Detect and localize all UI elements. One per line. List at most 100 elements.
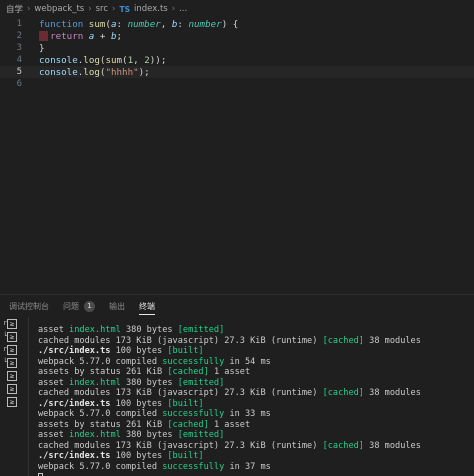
terminal-text: cached modules 173 KiB (javascript) 27.3… — [38, 335, 323, 346]
chevron-right-icon: › — [112, 4, 116, 14]
terminal-text: in 54 ms — [224, 356, 271, 367]
breadcrumb: 自学 › webpack_ts › src › TS index.ts › ..… — [0, 0, 474, 18]
terminal-text: 1 asset — [208, 419, 251, 430]
terminal-text: 38 modules — [363, 388, 421, 398]
breadcrumb-item-symbol[interactable]: ... — [179, 4, 187, 14]
terminal-instance-button[interactable]: r ≥ — [3, 345, 19, 356]
code-token: return — [39, 30, 89, 42]
breadcrumb-item-folder[interactable]: 自学 — [6, 3, 23, 15]
tab-label: 输出 — [109, 301, 125, 311]
terminal-text: 380 bytes — [120, 325, 178, 335]
terminal-text: in 33 ms — [224, 409, 271, 419]
terminal-icon: ≥ — [7, 332, 17, 342]
code-line[interactable]: 6 — [0, 78, 474, 90]
terminal-text: successfully — [162, 356, 225, 367]
code-text: } — [39, 43, 45, 54]
terminal-text: [cached] — [167, 367, 209, 377]
code-text: function sum(a: number, b: number) { — [39, 19, 238, 30]
code-token: log — [83, 54, 100, 66]
tab-problems[interactable]: 问题 1 — [63, 295, 95, 317]
terminal-line: webpack 5.77.0 compiled successfully in … — [38, 462, 271, 473]
terminal-line: webpack 5.77.0 compiled successfully in … — [38, 357, 271, 368]
chevron-right-icon: › — [27, 4, 31, 14]
terminal-icon: ≥ — [7, 384, 17, 394]
terminal-text: [cached] — [322, 440, 364, 451]
code-token: console — [39, 66, 78, 78]
line-number: 3 — [16, 43, 22, 53]
line-number: 2 — [16, 31, 22, 41]
terminal-line: ./src/index.ts 100 bytes [built] — [38, 346, 204, 357]
terminal-text: [cached] — [322, 335, 364, 346]
terminal-text: 380 bytes — [120, 377, 178, 388]
code-token: sum — [88, 18, 106, 30]
line-number: 5 — [16, 67, 22, 77]
terminal-text: ./src/index.ts — [38, 451, 111, 461]
terminal-text: index.html — [69, 325, 121, 335]
terminal-text: [built] — [167, 346, 204, 356]
terminal-text: successfully — [162, 461, 225, 472]
terminal-instance-button[interactable]: ≥ — [3, 397, 19, 408]
terminal-instance-button[interactable]: └ ≥ — [3, 332, 19, 343]
code-token: ; — [116, 30, 123, 42]
bottom-panel: 调试控制台 问题 1 输出 终端 r ≥ └ ≥ r ≥ └ ≥ ≥ ≥ ≥ asset index… — [0, 294, 474, 476]
code-text: console.log("hhhh"); — [39, 67, 150, 78]
terminal-instance-button[interactable]: └ ≥ — [3, 358, 19, 369]
terminal-text: [emitted] — [177, 377, 225, 388]
line-number: 1 — [16, 19, 22, 29]
terminal-line: cached modules 173 KiB (javascript) 27.3… — [38, 441, 421, 452]
terminal-text: asset — [38, 377, 70, 388]
code-line[interactable]: 2 return a + b; — [0, 30, 474, 42]
code-editor[interactable]: 1 function sum(a: number, b: number) {2 r… — [0, 18, 474, 294]
code-token: } — [39, 42, 45, 54]
terminal-line: assets by status 261 KiB [cached] 1 asse… — [38, 420, 250, 431]
code-token: number — [188, 18, 222, 30]
terminal-text: index.html — [69, 377, 121, 388]
terminal-text: webpack 5.77.0 compiled — [38, 461, 163, 472]
code-text: console.log(sum(1, 2)); — [39, 55, 166, 66]
typescript-file-icon: TS — [119, 4, 130, 14]
terminal-text: in 37 ms — [224, 461, 271, 472]
code-token: "hhhh" — [105, 66, 139, 78]
terminal-icon: ≥ — [7, 319, 17, 329]
terminal-instance-button[interactable]: r ≥ — [3, 319, 19, 330]
terminal-text: assets by status 261 KiB — [38, 367, 168, 377]
code-token: , — [160, 18, 172, 30]
code-line[interactable]: 5 console.log("hhhh"); — [0, 66, 474, 78]
breadcrumb-item-project[interactable]: webpack_ts — [34, 4, 84, 14]
code-line[interactable]: 1 function sum(a: number, b: number) { — [0, 18, 474, 30]
code-token: ); — [138, 66, 150, 78]
terminal-line: ./src/index.ts 100 bytes [built] — [38, 451, 204, 462]
code-token: sum — [105, 54, 123, 66]
code-line[interactable]: 3} — [0, 42, 474, 54]
terminal-text: [emitted] — [177, 325, 225, 335]
terminal-text: 100 bytes — [110, 346, 168, 356]
breadcrumb-item-file[interactable]: index.ts — [134, 4, 168, 14]
chevron-right-icon: › — [88, 4, 92, 14]
terminal-line: asset index.html 380 bytes [emitted] — [38, 325, 224, 336]
terminal-line: asset index.html 380 bytes [emitted] — [38, 378, 224, 389]
terminal-text: cached modules 173 KiB (javascript) 27.3… — [38, 388, 323, 398]
code-line[interactable]: 4 console.log(sum(1, 2)); — [0, 54, 474, 66]
vscode-window: 自学 › webpack_ts › src › TS index.ts › ..… — [0, 0, 474, 476]
breadcrumb-item-src[interactable]: src — [96, 4, 108, 14]
chevron-right-icon: › — [171, 4, 176, 14]
panel-tabs: 调试控制台 问题 1 输出 终端 — [0, 295, 474, 317]
terminal-instance-button[interactable]: ≥ — [3, 384, 19, 395]
tab-output[interactable]: 输出 — [109, 295, 125, 317]
code-token: : — [116, 18, 128, 30]
terminal-text: webpack 5.77.0 compiled — [38, 356, 163, 367]
panel-divider — [28, 317, 29, 476]
terminal-text: 100 bytes — [110, 451, 168, 461]
problems-count-badge: 1 — [84, 300, 95, 312]
terminal-text: [built] — [167, 398, 204, 409]
terminal-line: asset index.html 380 bytes [emitted] — [38, 430, 224, 441]
tab-terminal[interactable]: 终端 — [139, 295, 155, 317]
code-token: function — [39, 18, 89, 30]
terminal-text: [emitted] — [177, 430, 225, 440]
terminal-icon: ≥ — [7, 358, 17, 368]
tab-debug-console[interactable]: 调试控制台 — [9, 295, 49, 317]
tab-label: 问题 — [63, 301, 79, 311]
line-number: 4 — [16, 55, 22, 65]
code-token: : — [177, 18, 189, 30]
terminal-instance-button[interactable]: ≥ — [3, 371, 19, 382]
